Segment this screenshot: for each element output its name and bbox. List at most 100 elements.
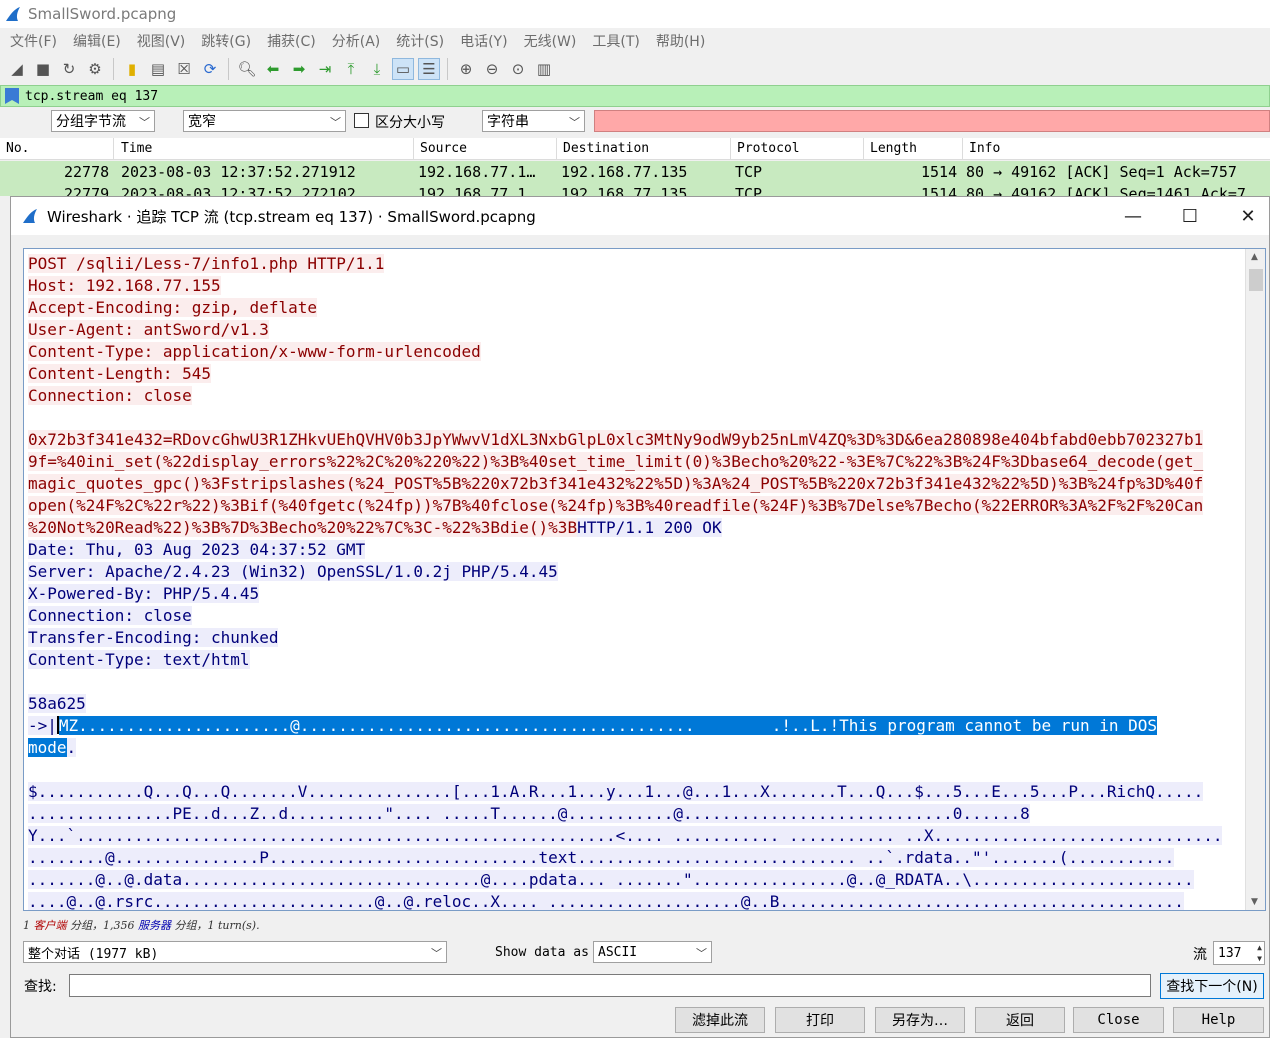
maximize-icon[interactable]: ☐ [1165, 197, 1215, 235]
menu-help[interactable]: 帮助(H) [648, 31, 713, 51]
column-divider [413, 138, 414, 160]
print-button[interactable]: 打印 [775, 1007, 865, 1033]
col-info[interactable]: Info [969, 141, 1000, 156]
open-file-icon[interactable]: ▮ [121, 58, 143, 80]
menu-tools[interactable]: 工具(T) [584, 31, 647, 51]
menu-edit[interactable]: 编辑(E) [65, 31, 129, 51]
summary-text: 分组，1 turn(s). [174, 919, 260, 932]
zoom-normal-icon[interactable]: ⊙ [507, 58, 529, 80]
col-source[interactable]: Source [420, 141, 467, 156]
close-icon[interactable]: ✕ [1223, 197, 1270, 235]
server-text: Content-Type: text/html [28, 650, 250, 669]
forward-icon[interactable]: ➡ [288, 58, 310, 80]
scrollbar-thumb[interactable] [1249, 269, 1263, 291]
options-icon[interactable]: ⚙ [84, 58, 106, 80]
zoom-in-icon[interactable]: ⊕ [455, 58, 477, 80]
save-as-button[interactable]: 另存为… [875, 1007, 965, 1033]
chevron-down-icon: ﹀ [569, 116, 580, 129]
packet-no: 22778 [64, 163, 110, 181]
char-width-select[interactable]: 宽窄 ﹀ [183, 110, 346, 132]
find-input[interactable] [69, 974, 1151, 997]
menu-telephony[interactable]: 电话(Y) [452, 31, 515, 51]
restart-icon[interactable]: ↻ [58, 58, 80, 80]
menu-analyze[interactable]: 分析(A) [324, 31, 389, 51]
show-data-select[interactable]: ASCII ﹀ [593, 941, 712, 963]
packet-time: 2023-08-03 12:37:52.272102 [121, 185, 356, 196]
case-sensitive-checkbox[interactable] [354, 113, 369, 128]
chevron-down-icon: ﹀ [696, 947, 707, 960]
stream-summary: 1 客户端 分组，1,356 服务器 分组，1 turn(s). [23, 917, 260, 933]
col-protocol[interactable]: Protocol [737, 141, 800, 156]
resize-columns-icon[interactable]: ▥ [533, 58, 555, 80]
server-text: $...........Q...Q...Q.......V...........… [28, 782, 1204, 801]
stream-label: 流 [1193, 947, 1207, 963]
conversation-select[interactable]: 整个对话 (1977 kB) ﹀ [23, 941, 447, 963]
search-string-input[interactable] [594, 110, 1270, 132]
scroll-down-icon[interactable]: ▼ [1251, 897, 1258, 907]
menu-go[interactable]: 跳转(G) [193, 31, 259, 51]
packet-row[interactable]: 22778 2023-08-03 12:37:52.271912 192.168… [0, 161, 1270, 183]
find-icon[interactable]: 🔍︎ [236, 58, 258, 80]
display-filter-input[interactable]: tcp.stream eq 137 [25, 89, 158, 104]
shark-start-icon[interactable]: ◢ [6, 58, 28, 80]
back-label: 返回 [1006, 1013, 1034, 1029]
stop-icon[interactable]: ■ [32, 58, 54, 80]
client-text: %20Not%20Read%22)%3B%7D%3Becho%20%22%7C%… [28, 518, 578, 537]
stream-line: Date: Thu, 03 Aug 2023 04:37:52 GMT [28, 539, 1238, 561]
stream-number-spinbox[interactable]: 137 ▲ ▼ [1213, 941, 1265, 965]
bookmark-icon[interactable] [5, 88, 19, 104]
main-titlebar: SmallSword.pcapng [0, 0, 1270, 28]
first-packet-icon[interactable]: ⤒ [340, 58, 362, 80]
help-button[interactable]: Help [1173, 1007, 1264, 1033]
stream-content-view[interactable]: POST /sqlii/Less-7/info1.php HTTP/1.1 Ho… [23, 248, 1266, 911]
last-packet-icon[interactable]: ⤓ [366, 58, 388, 80]
reload-icon[interactable]: ⟳ [199, 58, 221, 80]
col-time[interactable]: Time [121, 141, 152, 156]
col-length[interactable]: Length [870, 141, 917, 156]
menu-wireless[interactable]: 无线(W) [516, 31, 585, 51]
search-in-value: 分组字节流 [56, 114, 126, 130]
stream-line: %20Not%20Read%22)%3B%7D%3Becho%20%22%7C%… [28, 517, 1238, 539]
close-file-icon[interactable]: ☒ [173, 58, 195, 80]
summary-text: 分组，1,356 [70, 919, 135, 932]
vertical-scrollbar[interactable]: ▲ ▼ [1245, 249, 1265, 910]
col-no[interactable]: No. [6, 141, 29, 156]
client-text: 9f=%40ini_set(%22display_errors%22%2C%20… [28, 452, 1204, 471]
save-file-icon[interactable]: ▤ [147, 58, 169, 80]
filter-out-button[interactable]: 滤掉此流 [675, 1007, 765, 1033]
close-button[interactable]: Close [1073, 1007, 1164, 1033]
colorize-icon[interactable]: ☰ [418, 58, 440, 80]
display-filter-bar[interactable]: tcp.stream eq 137 [0, 85, 1270, 107]
filter-out-label: 滤掉此流 [692, 1013, 748, 1029]
show-data-value: ASCII [598, 944, 638, 960]
back-icon[interactable]: ⬅ [262, 58, 284, 80]
zoom-out-icon[interactable]: ⊖ [481, 58, 503, 80]
search-in-select[interactable]: 分组字节流 ﹀ [51, 110, 155, 132]
minimize-icon[interactable]: — [1108, 197, 1158, 235]
search-type-select[interactable]: 字符串 ﹀ [482, 110, 585, 132]
back-button[interactable]: 返回 [975, 1007, 1065, 1033]
menu-view[interactable]: 视图(V) [129, 31, 194, 51]
selected-text: MZ......................@...............… [58, 716, 1158, 735]
show-data-label: Show data as [495, 945, 589, 960]
stream-line: Accept-Encoding: gzip, deflate [28, 297, 1238, 319]
char-width-value: 宽窄 [188, 114, 216, 130]
client-text: Accept-Encoding: gzip, deflate [28, 298, 317, 317]
spin-arrows-icon[interactable]: ▲ ▼ [1257, 942, 1262, 964]
packet-row[interactable]: 22779 2023-08-03 12:37:52.272102 192.168… [0, 183, 1270, 196]
stream-line: ....@..@.rsrc.......................@..@… [28, 891, 1238, 910]
goto-packet-icon[interactable]: ⇥ [314, 58, 336, 80]
client-text: Host: 192.168.77.155 [28, 276, 221, 295]
menu-file[interactable]: 文件(F) [2, 31, 65, 51]
menu-capture[interactable]: 捕获(C) [259, 31, 324, 51]
autoscroll-icon[interactable]: ▭ [392, 58, 414, 80]
col-destination[interactable]: Destination [563, 141, 649, 156]
scroll-up-icon[interactable]: ▲ [1251, 252, 1258, 262]
stream-line: ...............PE..d...Z..d.........."..… [28, 803, 1238, 825]
stream-line: mode. [28, 737, 1238, 759]
menu-statistics[interactable]: 统计(S) [388, 31, 452, 51]
find-next-button[interactable]: 查找下一个(N) [1160, 973, 1264, 999]
print-label: 打印 [806, 1013, 834, 1029]
stream-line: X-Powered-By: PHP/5.4.45 [28, 583, 1238, 605]
